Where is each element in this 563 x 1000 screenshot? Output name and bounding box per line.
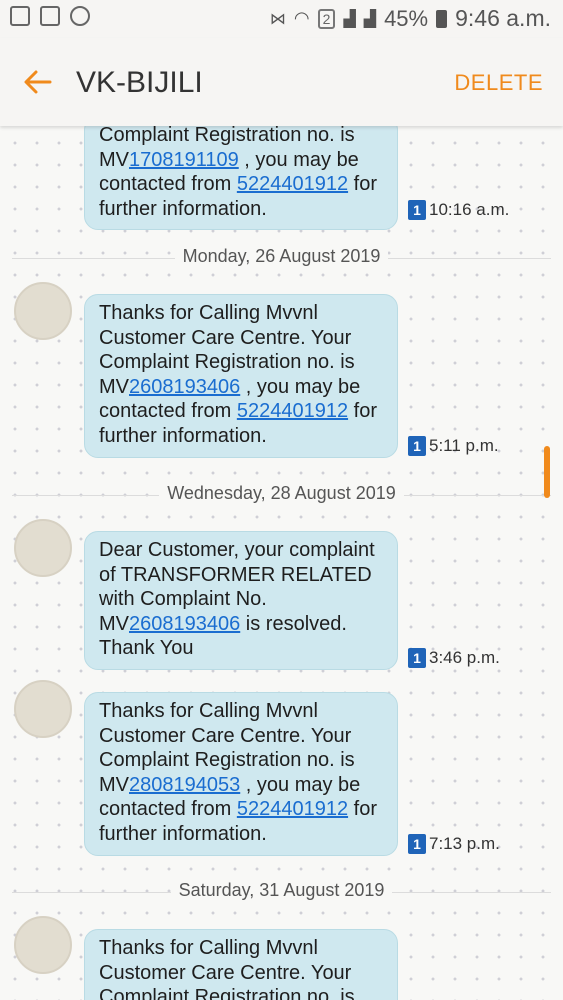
message-list[interactable]: Complaint Registration no. is MV17081911… xyxy=(0,126,563,1000)
notification-icons xyxy=(10,6,90,26)
avatar[interactable] xyxy=(14,680,72,738)
sim-badge: 1 xyxy=(408,834,426,854)
ref-number-link[interactable]: 2608193406 xyxy=(129,376,240,398)
date-divider: Saturday, 31 August 2019 xyxy=(0,880,563,904)
clock: 9:46 a.m. xyxy=(455,5,551,31)
date-label: Saturday, 31 August 2019 xyxy=(170,880,393,904)
system-icons: ⋈ ◠ 2 ▟ ▟ 45% 9:46 a.m. xyxy=(270,5,551,32)
message-meta: 1 7:13 p.m. xyxy=(408,834,500,854)
date-label: Monday, 26 August 2019 xyxy=(174,246,389,270)
message-bubble[interactable]: Thanks for Calling Mvvnl Customer Care C… xyxy=(84,294,398,458)
message-time: 7:13 p.m. xyxy=(429,834,500,853)
battery-percent: 45% xyxy=(384,5,429,31)
edit-notification-icon xyxy=(10,6,30,26)
signal-2-icon: ▟ xyxy=(363,10,377,28)
message-meta: 1 10:16 a.m. xyxy=(408,200,509,220)
voicemail-notification-icon xyxy=(70,6,90,26)
message-bubble[interactable]: Dear Customer, your complaint of TRANSFO… xyxy=(84,531,398,670)
wifi-icon: ◠ xyxy=(293,8,310,28)
message-bubble[interactable]: Thanks for Calling Mvvnl Customer Care C… xyxy=(84,929,398,1000)
sim-badge: 1 xyxy=(408,648,426,668)
message-text: Complaint Registration no. is xyxy=(99,126,355,146)
message-bubble[interactable]: Complaint Registration no. is MV17081911… xyxy=(84,126,398,231)
image-notification-icon xyxy=(40,6,60,26)
avatar[interactable] xyxy=(14,519,72,577)
ref-number-link[interactable]: 2608193406 xyxy=(129,613,240,635)
mute-vibrate-icon: ⋈ xyxy=(269,10,286,28)
ref-number-link[interactable]: 2808194053 xyxy=(129,774,240,796)
message-meta: 1 5:11 p.m. xyxy=(408,436,499,456)
avatar[interactable] xyxy=(14,916,72,974)
date-divider: Wednesday, 28 August 2019 xyxy=(0,483,563,507)
date-divider: Monday, 26 August 2019 xyxy=(0,246,563,270)
ref-number-link[interactable]: 1708191109 xyxy=(129,149,239,171)
date-label: Wednesday, 28 August 2019 xyxy=(159,483,404,507)
phone-link[interactable]: 5224401912 xyxy=(237,798,348,820)
delete-button[interactable]: DELETE xyxy=(454,70,543,96)
scrollbar[interactable] xyxy=(544,446,550,498)
sim-badge: 1 xyxy=(408,436,426,456)
sim-indicator: 2 xyxy=(317,8,336,29)
signal-icon: ▟ xyxy=(343,10,356,28)
app-bar: VK-BIJILI DELETE xyxy=(0,38,563,126)
message-meta: 1 3:46 p.m. xyxy=(408,648,500,668)
back-arrow-icon[interactable] xyxy=(20,64,56,100)
avatar[interactable] xyxy=(14,282,72,340)
message-text: Thanks for Calling Mvvnl Customer Care C… xyxy=(99,937,355,1000)
conversation-title: VK-BIJILI xyxy=(76,66,203,99)
phone-link[interactable]: 5224401912 xyxy=(237,173,348,195)
status-bar: ⋈ ◠ 2 ▟ ▟ 45% 9:46 a.m. xyxy=(0,0,563,38)
message-time: 10:16 a.m. xyxy=(429,200,510,219)
message-time: 3:46 p.m. xyxy=(429,648,500,667)
message-bubble[interactable]: Thanks for Calling Mvvnl Customer Care C… xyxy=(84,692,398,856)
sim-badge: 1 xyxy=(408,200,426,220)
phone-link[interactable]: 5224401912 xyxy=(237,400,348,422)
battery-icon xyxy=(436,9,448,28)
message-text: MV xyxy=(99,148,129,171)
message-time: 5:11 p.m. xyxy=(429,436,499,455)
